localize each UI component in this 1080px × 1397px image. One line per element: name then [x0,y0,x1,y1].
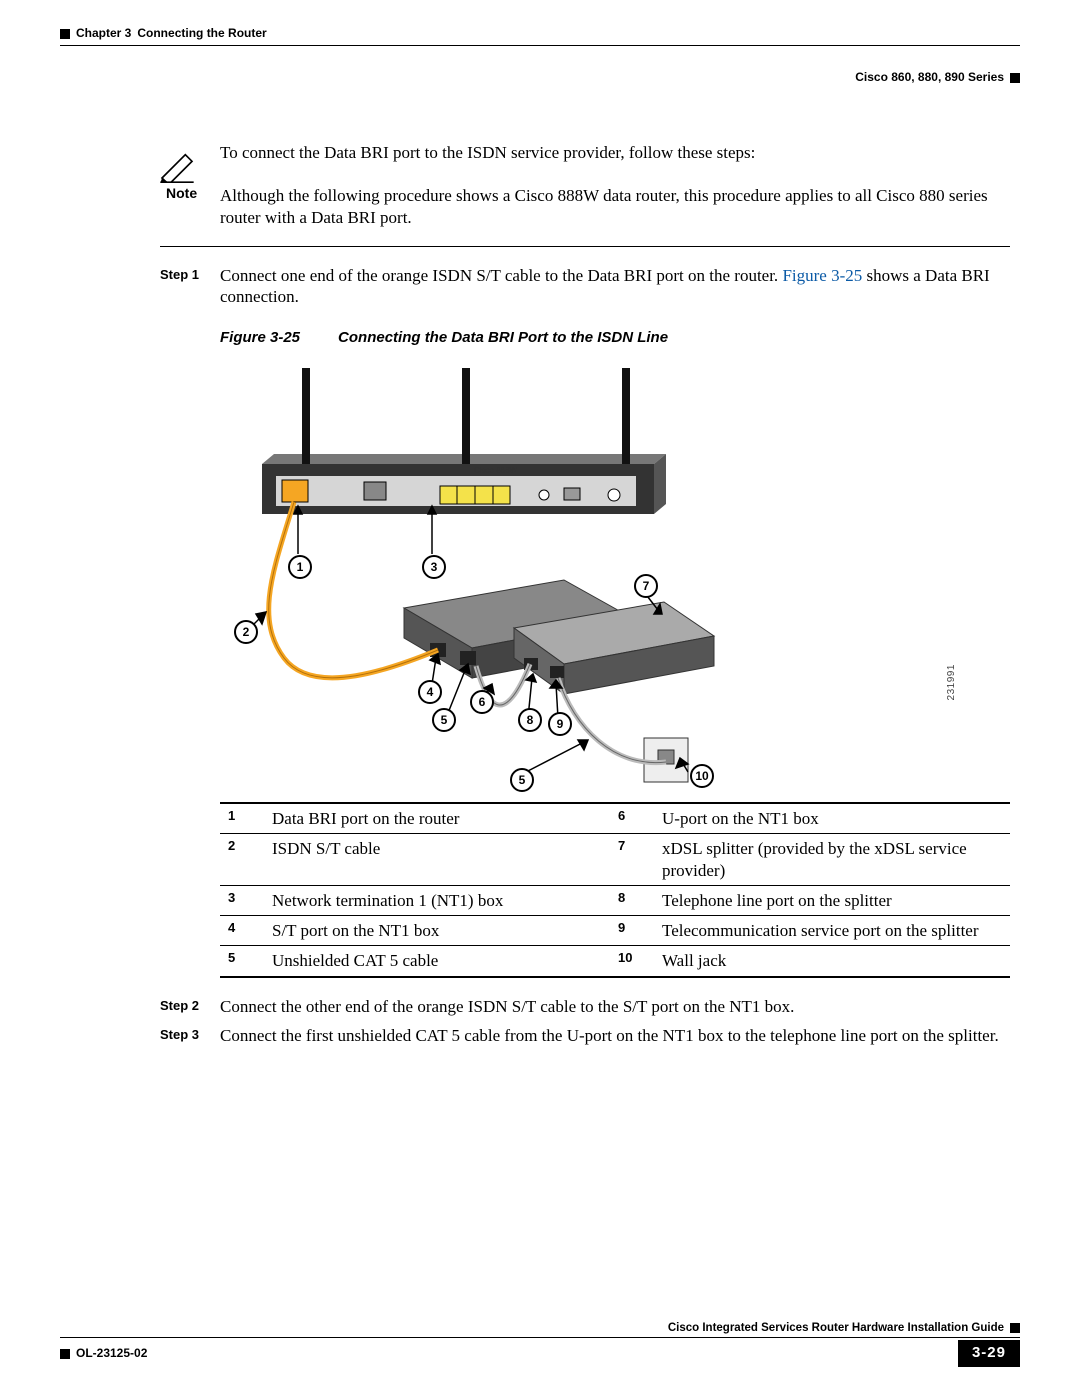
footer-rule [60,1337,1020,1338]
step-label: Step 3 [160,1027,199,1043]
legend-desc: Data BRI port on the router [264,803,610,834]
callout-1: 1 [288,555,312,579]
doc-number: OL-23125-02 [76,1346,147,1361]
note-rule [160,246,1010,247]
figure-caption: Figure 3-25 Connecting the Data BRI Port … [220,329,1010,348]
figure-title: Connecting the Data BRI Port to the ISDN… [338,329,668,346]
note-block: Note Although the following procedure sh… [220,185,1010,247]
square-bullet-icon [1010,1323,1020,1333]
square-bullet-icon [60,1349,70,1359]
series-label: Cisco 860, 880, 890 Series [855,70,1004,85]
legend-num: 10 [610,946,654,977]
figure-diagram: Cisco 888W [214,358,774,798]
chapter-title: Connecting the Router [137,26,266,41]
pencil-icon [160,153,194,183]
legend-desc: Wall jack [654,946,1010,977]
square-bullet-icon [1010,73,1020,83]
legend-num: 2 [220,834,264,886]
callout-6: 6 [470,690,494,714]
callout-10: 10 [690,764,714,788]
callout-legend-table: 1 Data BRI port on the router 6 U-port o… [220,802,1010,978]
table-row: 4 S/T port on the NT1 box 9 Telecommunic… [220,916,1010,946]
note-label: Note [166,185,197,203]
table-row: 3 Network termination 1 (NT1) box 8 Tele… [220,885,1010,915]
legend-desc: S/T port on the NT1 box [264,916,610,946]
legend-num: 3 [220,885,264,915]
svg-text:Cisco 888W: Cisco 888W [474,466,518,475]
legend-num: 1 [220,803,264,834]
page: Chapter 3 Connecting the Router Cisco 86… [0,0,1080,1397]
callout-3: 3 [422,555,446,579]
legend-desc: ISDN S/T cable [264,834,610,886]
step-label: Step 1 [160,267,199,283]
legend-num: 7 [610,834,654,886]
step-text-a: Connect one end of the orange ISDN S/T c… [220,266,782,285]
page-number: 3-29 [958,1340,1020,1367]
table-row: 2 ISDN S/T cable 7 xDSL splitter (provid… [220,834,1010,886]
step-label: Step 2 [160,998,199,1014]
callout-2: 2 [234,620,258,644]
legend-num: 4 [220,916,264,946]
running-header-right: Cisco 860, 880, 890 Series [60,44,1020,85]
callout-4: 4 [418,680,442,704]
callout-8: 8 [518,708,542,732]
step-1: Step 1 Connect one end of the orange ISD… [220,265,1010,308]
callout-9: 9 [548,712,572,736]
figure-label: Figure 3-25 [220,329,300,346]
legend-desc: Telecommunication service port on the sp… [654,916,1010,946]
table-row: 1 Data BRI port on the router 6 U-port o… [220,803,1010,834]
running-footer: Cisco Integrated Services Router Hardwar… [60,1321,1020,1367]
figure-id-number: 231991 [946,664,959,700]
step-2: Step 2 Connect the other end of the oran… [220,996,1010,1017]
step-3: Step 3 Connect the first unshielded CAT … [220,1025,1010,1046]
legend-num: 8 [610,885,654,915]
square-bullet-icon [60,29,70,39]
legend-num: 6 [610,803,654,834]
table-row: 5 Unshielded CAT 5 cable 10 Wall jack [220,946,1010,977]
figure-reference-link[interactable]: Figure 3-25 [782,266,862,285]
callout-5b: 5 [510,768,534,792]
legend-desc: Telephone line port on the splitter [654,885,1010,915]
chapter-number: Chapter 3 [76,26,131,41]
legend-desc: Network termination 1 (NT1) box [264,885,610,915]
legend-desc: U-port on the NT1 box [654,803,1010,834]
legend-desc: Unshielded CAT 5 cable [264,946,610,977]
step-text: Connect the other end of the orange ISDN… [220,997,794,1016]
running-header: Chapter 3 Connecting the Router [60,26,1020,41]
legend-desc: xDSL splitter (provided by the xDSL serv… [654,834,1010,886]
guide-title: Cisco Integrated Services Router Hardwar… [668,1321,1004,1335]
note-text: Although the following procedure shows a… [220,186,988,226]
intro-text: To connect the Data BRI port to the ISDN… [220,142,1010,163]
callout-5a: 5 [432,708,456,732]
legend-num: 9 [610,916,654,946]
header-left: Chapter 3 Connecting the Router [60,26,267,41]
body: To connect the Data BRI port to the ISDN… [60,85,1020,1046]
callout-7: 7 [634,574,658,598]
step-text: Connect the first unshielded CAT 5 cable… [220,1026,999,1045]
legend-num: 5 [220,946,264,977]
